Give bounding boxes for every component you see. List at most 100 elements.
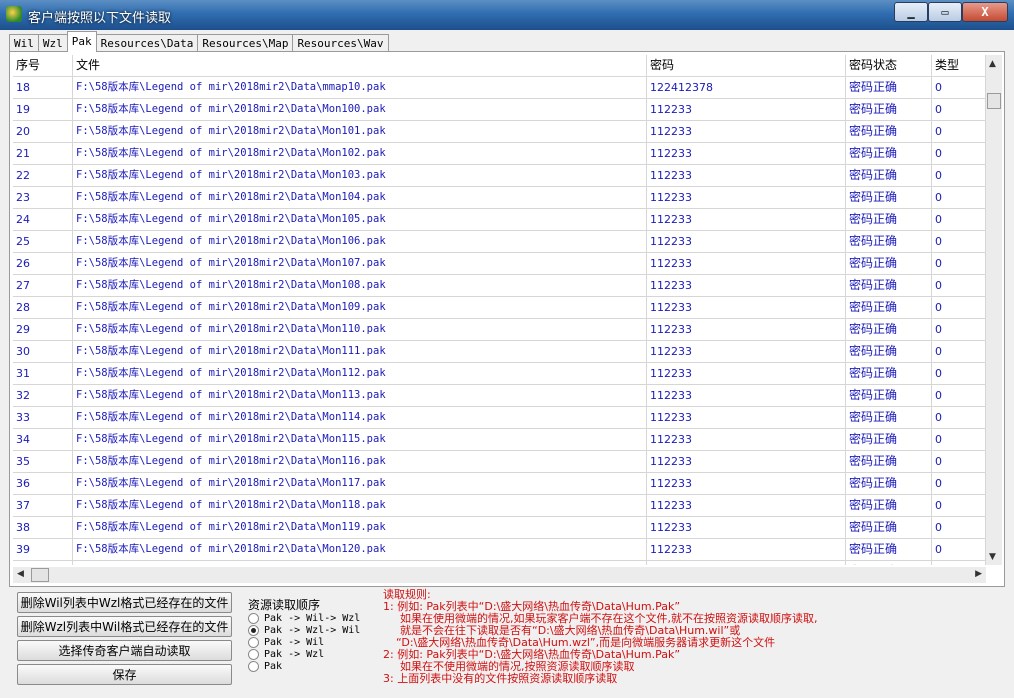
cell-index[interactable]: 39	[13, 539, 73, 560]
cell-type[interactable]: 0	[932, 297, 986, 318]
cell-password[interactable]: 112233	[647, 319, 846, 340]
close-button[interactable]: X	[962, 2, 1008, 22]
cell-password[interactable]: 112233	[647, 429, 846, 450]
table-row[interactable]: 28 F:\58版本库\Legend of mir\2018mir2\Data\M…	[13, 297, 986, 319]
cell-password-status[interactable]: 密码正确	[846, 473, 932, 494]
cell-index[interactable]: 31	[13, 363, 73, 384]
cell-file[interactable]: F:\58版本库\Legend of mir\2018mir2\Data\Mon…	[73, 231, 647, 252]
column-header-type[interactable]: 类型	[932, 55, 986, 76]
cell-password[interactable]: 112233	[647, 121, 846, 142]
read-order-option[interactable]: Pak -> Wzl-> Wil	[248, 624, 360, 636]
cell-password-status[interactable]: 密码正确	[846, 121, 932, 142]
table-row[interactable]: 21 F:\58版本库\Legend of mir\2018mir2\Data\M…	[13, 143, 986, 165]
cell-index[interactable]: 26	[13, 253, 73, 274]
table-row[interactable]: 20 F:\58版本库\Legend of mir\2018mir2\Data\M…	[13, 121, 986, 143]
scroll-right-icon[interactable]: ▶	[975, 569, 982, 579]
table-row[interactable]: 32 F:\58版本库\Legend of mir\2018mir2\Data\M…	[13, 385, 986, 407]
cell-file[interactable]: F:\58版本库\Legend of mir\2018mir2\Data\Mon…	[73, 561, 647, 565]
table-row[interactable]: 38 F:\58版本库\Legend of mir\2018mir2\Data\M…	[13, 517, 986, 539]
cell-file[interactable]: F:\58版本库\Legend of mir\2018mir2\Data\Mon…	[73, 319, 647, 340]
vertical-scroll-thumb[interactable]	[987, 93, 1001, 109]
table-row[interactable]: 40F:\58版本库\Legend of mir\2018mir2\Data\M…	[13, 561, 986, 565]
cell-index[interactable]: 29	[13, 319, 73, 340]
cell-index[interactable]: 18	[13, 77, 73, 98]
table-row[interactable]: 23 F:\58版本库\Legend of mir\2018mir2\Data\M…	[13, 187, 986, 209]
cell-index[interactable]: 38	[13, 517, 73, 538]
cell-password-status[interactable]: 密码正确	[846, 231, 932, 252]
cell-password[interactable]: 122412378	[647, 77, 846, 98]
cell-type[interactable]: 0	[932, 429, 986, 450]
cell-file[interactable]: F:\58版本库\Legend of mir\2018mir2\Data\Mon…	[73, 539, 647, 560]
cell-password[interactable]: 112233	[647, 473, 846, 494]
cell-password-status[interactable]: 密码正确	[846, 99, 932, 120]
column-header-index[interactable]: 序号	[13, 55, 73, 76]
radio-button-icon[interactable]	[248, 612, 259, 624]
minimize-button[interactable]: ▁	[894, 2, 928, 22]
cell-file[interactable]: F:\58版本库\Legend of mir\2018mir2\Data\Mon…	[73, 517, 647, 538]
scroll-down-icon[interactable]: ▼	[989, 552, 996, 562]
column-header-file[interactable]: 文件	[73, 55, 647, 76]
cell-file[interactable]: F:\58版本库\Legend of mir\2018mir2\Data\Mon…	[73, 385, 647, 406]
cell-index[interactable]: 24	[13, 209, 73, 230]
cell-password-status[interactable]: 密码正确	[846, 517, 932, 538]
table-row[interactable]: 35 F:\58版本库\Legend of mir\2018mir2\Data\M…	[13, 451, 986, 473]
cell-type[interactable]: 0	[932, 539, 986, 560]
cell-password-status[interactable]: 密码正确	[846, 209, 932, 230]
cell-type[interactable]: 0	[932, 121, 986, 142]
cell-type[interactable]: 0	[932, 275, 986, 296]
cell-index[interactable]: 28	[13, 297, 73, 318]
horizontal-scroll-thumb[interactable]	[31, 568, 49, 582]
cell-file[interactable]: F:\58版本库\Legend of mir\2018mir2\Data\mma…	[73, 77, 647, 98]
tab-resources-wav[interactable]: Resources\Wav	[292, 34, 389, 52]
cell-password[interactable]: 112233	[647, 99, 846, 120]
tab-resources-map[interactable]: Resources\Map	[197, 34, 294, 52]
cell-index[interactable]: 22	[13, 165, 73, 186]
cell-password[interactable]: 112233	[647, 143, 846, 164]
cell-password-status[interactable]: 密码正确	[846, 495, 932, 516]
save-button[interactable]: 保存	[17, 664, 232, 685]
cell-type[interactable]: 0	[932, 209, 986, 230]
radio-button-icon[interactable]	[248, 636, 259, 648]
cell-password-status[interactable]: 密码正确	[846, 319, 932, 340]
delete-wil-duplicates-button[interactable]: 删除Wil列表中Wzl格式已经存在的文件	[17, 592, 232, 613]
read-order-option[interactable]: Pak -> Wil	[248, 636, 360, 648]
cell-file[interactable]: F:\58版本库\Legend of mir\2018mir2\Data\Mon…	[73, 143, 647, 164]
cell-password-status[interactable]: 密码正确	[846, 539, 932, 560]
cell-type[interactable]: 0	[932, 495, 986, 516]
table-row[interactable]: 24 F:\58版本库\Legend of mir\2018mir2\Data\M…	[13, 209, 986, 231]
cell-password-status[interactable]: 密码正确	[846, 363, 932, 384]
column-header-password-status[interactable]: 密码状态	[846, 55, 932, 76]
cell-file[interactable]: F:\58版本库\Legend of mir\2018mir2\Data\Mon…	[73, 297, 647, 318]
tab-pak[interactable]: Pak	[66, 31, 97, 52]
cell-file[interactable]: F:\58版本库\Legend of mir\2018mir2\Data\Mon…	[73, 451, 647, 472]
cell-password[interactable]: 112233	[647, 165, 846, 186]
cell-type[interactable]: 0	[932, 363, 986, 384]
cell-password[interactable]: 112233	[647, 231, 846, 252]
cell-password[interactable]: 112233	[647, 275, 846, 296]
cell-file[interactable]: F:\58版本库\Legend of mir\2018mir2\Data\Mon…	[73, 429, 647, 450]
table-row[interactable]: 37 F:\58版本库\Legend of mir\2018mir2\Data\M…	[13, 495, 986, 517]
cell-index[interactable]: 25	[13, 231, 73, 252]
file-grid[interactable]: 序号 文件 密码 密码状态 类型 18 F:\58版本库\Legend of mi…	[13, 55, 986, 565]
cell-index[interactable]: 27	[13, 275, 73, 296]
cell-password-status[interactable]: 密码正确	[846, 275, 932, 296]
table-row[interactable]: 36 F:\58版本库\Legend of mir\2018mir2\Data\M…	[13, 473, 986, 495]
cell-password-status[interactable]: 密码正确	[846, 561, 932, 565]
cell-password-status[interactable]: 密码正确	[846, 253, 932, 274]
cell-type[interactable]: 0	[932, 253, 986, 274]
cell-type[interactable]: 0	[932, 165, 986, 186]
cell-password[interactable]: 112233	[647, 517, 846, 538]
cell-file[interactable]: F:\58版本库\Legend of mir\2018mir2\Data\Mon…	[73, 495, 647, 516]
cell-file[interactable]: F:\58版本库\Legend of mir\2018mir2\Data\Mon…	[73, 407, 647, 428]
cell-password[interactable]: 112233	[647, 341, 846, 362]
cell-index[interactable]: 30	[13, 341, 73, 362]
cell-index[interactable]: 32	[13, 385, 73, 406]
cell-password-status[interactable]: 密码正确	[846, 385, 932, 406]
table-row[interactable]: 29 F:\58版本库\Legend of mir\2018mir2\Data\M…	[13, 319, 986, 341]
cell-file[interactable]: F:\58版本库\Legend of mir\2018mir2\Data\Mon…	[73, 275, 647, 296]
cell-index[interactable]: 37	[13, 495, 73, 516]
cell-file[interactable]: F:\58版本库\Legend of mir\2018mir2\Data\Mon…	[73, 209, 647, 230]
table-row[interactable]: 26 F:\58版本库\Legend of mir\2018mir2\Data\M…	[13, 253, 986, 275]
cell-password[interactable]: 112233	[647, 385, 846, 406]
cell-index[interactable]: 40	[13, 561, 73, 565]
